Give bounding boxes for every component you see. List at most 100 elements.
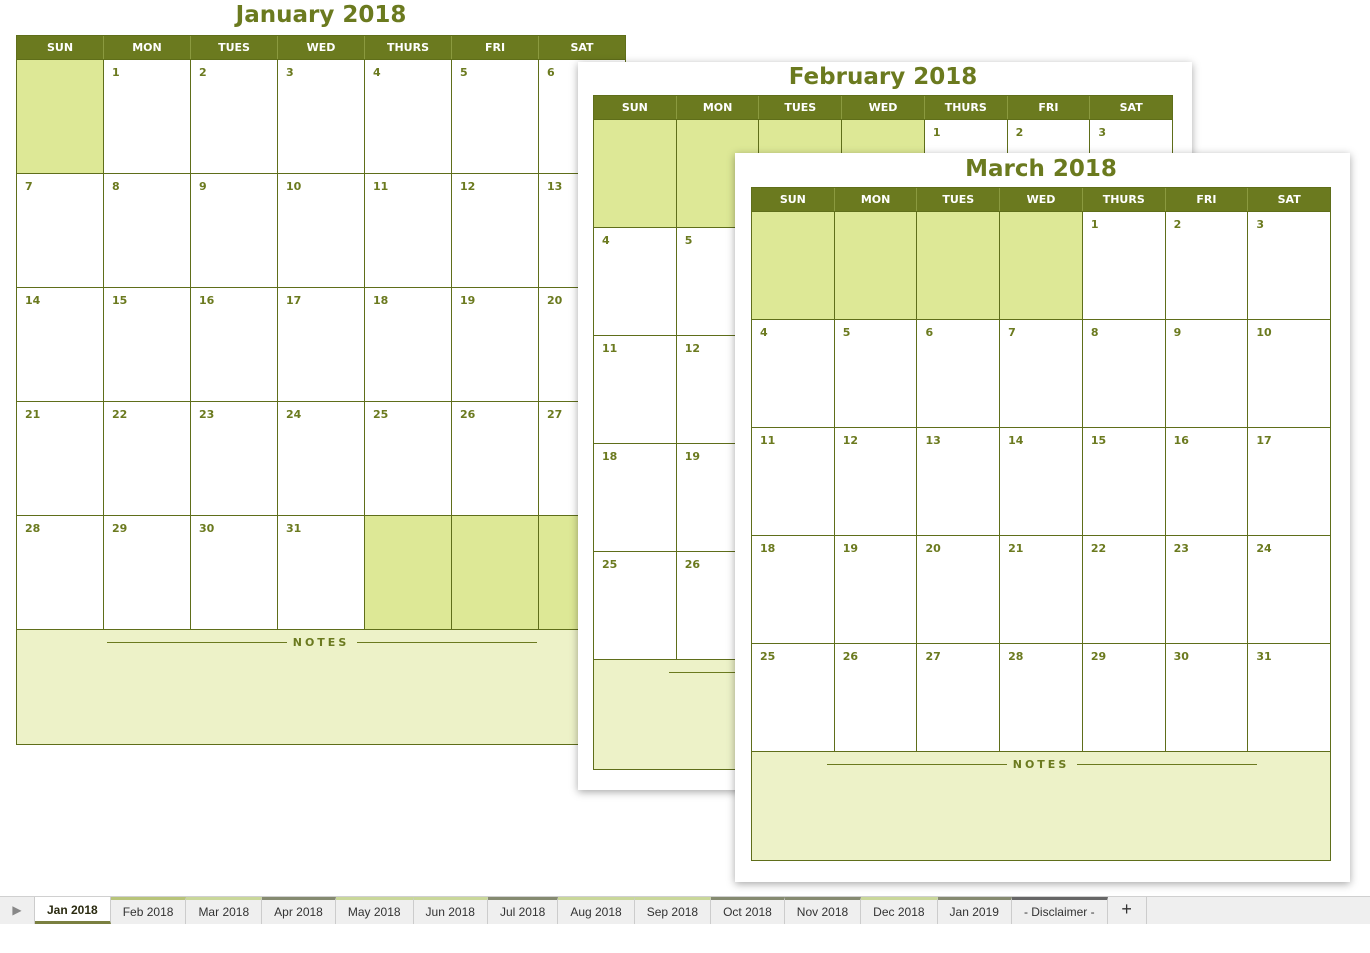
day-cell[interactable]: 21 — [1000, 536, 1083, 643]
day-cell[interactable]: 9 — [1166, 320, 1249, 427]
sheet-tab[interactable]: Jan 2019 — [937, 897, 1012, 924]
weekday-label: THURS — [365, 36, 452, 59]
day-cell[interactable]: 11 — [752, 428, 835, 535]
day-cell[interactable]: 23 — [191, 402, 278, 515]
week-row: 14 15 16 17 18 19 20 — [17, 287, 625, 401]
sheet-tab[interactable]: Sep 2018 — [634, 897, 712, 924]
day-cell[interactable]: 23 — [1166, 536, 1249, 643]
sheet-tab[interactable]: Jan 2018 — [35, 897, 111, 924]
day-cell[interactable]: 1 — [1083, 212, 1166, 319]
day-cell[interactable]: 19 — [452, 288, 539, 401]
week-row: 21 22 23 24 25 26 27 — [17, 401, 625, 515]
sheet-tab[interactable]: Mar 2018 — [186, 897, 263, 924]
sheet-tab[interactable]: May 2018 — [335, 897, 414, 924]
sheet-tab[interactable]: Apr 2018 — [262, 897, 336, 924]
sheet-tab[interactable]: Aug 2018 — [558, 897, 635, 924]
week-row: 123456 — [17, 59, 625, 173]
sheet-tab[interactable]: Jun 2018 — [413, 897, 488, 924]
day-cell[interactable]: 21 — [17, 402, 104, 515]
empty-day-cell — [594, 120, 677, 227]
day-cell[interactable]: 14 — [17, 288, 104, 401]
day-cell[interactable]: 2 — [191, 60, 278, 173]
day-cell[interactable]: 11 — [365, 174, 452, 287]
day-cell[interactable]: 18 — [752, 536, 835, 643]
day-cell[interactable]: 3 — [278, 60, 365, 173]
weekday-label: SUN — [752, 188, 835, 211]
sheet-tab[interactable]: Oct 2018 — [711, 897, 785, 924]
sheet-tab[interactable]: Jul 2018 — [487, 897, 559, 924]
day-cell[interactable]: 19 — [835, 536, 918, 643]
weekday-label: MON — [835, 188, 918, 211]
day-cell[interactable]: 22 — [1083, 536, 1166, 643]
month-title: January 2018 — [235, 2, 407, 28]
weekday-label: SAT — [1277, 193, 1301, 206]
day-cell[interactable]: 5 — [835, 320, 918, 427]
day-cell[interactable]: 25 — [365, 402, 452, 515]
day-cell[interactable]: 24 — [1248, 536, 1330, 643]
day-cell[interactable]: 7 — [1000, 320, 1083, 427]
day-cell[interactable]: 3 — [1248, 212, 1330, 319]
add-sheet-button[interactable]: + — [1108, 897, 1147, 924]
day-cell[interactable]: 28 — [1000, 644, 1083, 751]
day-cell[interactable]: 2 — [1166, 212, 1249, 319]
day-cell[interactable]: 4 — [752, 320, 835, 427]
day-cell[interactable]: 20 — [917, 536, 1001, 643]
day-cell[interactable]: 8 — [104, 174, 191, 287]
day-cell[interactable]: 16 — [191, 288, 278, 401]
day-cell[interactable]: 6 — [917, 320, 1001, 427]
empty-day-cell — [834, 212, 918, 319]
day-cell[interactable]: 29 — [1083, 644, 1166, 751]
day-cell[interactable]: 25 — [594, 552, 677, 659]
day-cell[interactable]: 8 — [1083, 320, 1166, 427]
weekday-label: SAT — [570, 41, 594, 54]
day-cell[interactable]: 10 — [278, 174, 365, 287]
day-cell[interactable]: 7 — [17, 174, 104, 287]
day-cell[interactable]: 10 — [1248, 320, 1330, 427]
sheet-tab[interactable]: Dec 2018 — [861, 897, 938, 924]
day-cell[interactable]: 26 — [452, 402, 539, 515]
day-cell[interactable]: 30 — [191, 516, 278, 629]
day-cell[interactable]: 5 — [452, 60, 539, 173]
day-cell[interactable]: 18 — [594, 444, 677, 551]
day-cell[interactable]: 22 — [104, 402, 191, 515]
sheet-tab[interactable]: Feb 2018 — [110, 897, 187, 924]
day-cell[interactable]: 11 — [594, 336, 677, 443]
day-cell[interactable]: 17 — [1248, 428, 1330, 535]
play-icon[interactable]: ▶ — [0, 897, 35, 924]
weekday-label: TUES — [917, 188, 1001, 211]
divider — [1077, 764, 1257, 765]
week-row: 123 — [752, 211, 1330, 319]
day-cell[interactable]: 31 — [1248, 644, 1330, 751]
day-cell[interactable]: 30 — [1166, 644, 1249, 751]
day-cell[interactable]: 18 — [365, 288, 452, 401]
day-cell[interactable]: 4 — [365, 60, 452, 173]
day-cell[interactable]: 4 — [594, 228, 677, 335]
day-cell[interactable]: 24 — [278, 402, 365, 515]
day-cell[interactable]: 16 — [1166, 428, 1249, 535]
notes-area[interactable]: NOTES — [17, 629, 625, 744]
day-cell[interactable]: 1 — [104, 60, 191, 173]
sheet-tab[interactable]: Nov 2018 — [784, 897, 862, 924]
day-cell[interactable]: 27 — [917, 644, 1001, 751]
day-cell[interactable]: 31 — [278, 516, 365, 629]
day-cell[interactable]: 13 — [917, 428, 1001, 535]
day-cell[interactable]: 14 — [1000, 428, 1083, 535]
empty-day-cell — [752, 212, 835, 319]
day-cell[interactable]: 12 — [452, 174, 539, 287]
month-title: February 2018 — [788, 64, 978, 90]
notes-area[interactable]: NOTES — [752, 751, 1330, 860]
day-cell[interactable]: 17 — [278, 288, 365, 401]
day-cell[interactable]: 29 — [104, 516, 191, 629]
day-cell[interactable]: 12 — [835, 428, 918, 535]
month-calendar: March 2018 SUN MON TUES WED THURS FRI SAT 1 2 3 4 5 6… — [751, 153, 1331, 953]
weekday-label: SUN — [594, 96, 677, 119]
day-cell[interactable]: 25 — [752, 644, 835, 751]
month-calendar: January 2018 SUN MON TUES WED THURS FRI SAT 1 2 3 4… — [16, 0, 626, 800]
day-cell[interactable]: 9 — [191, 174, 278, 287]
day-cell[interactable]: 15 — [104, 288, 191, 401]
week-row: 45678910 — [752, 319, 1330, 427]
day-cell[interactable]: 15 — [1083, 428, 1166, 535]
sheet-tab[interactable]: - Disclaimer - — [1011, 897, 1108, 924]
day-cell[interactable]: 26 — [835, 644, 918, 751]
day-cell[interactable]: 28 — [17, 516, 104, 629]
